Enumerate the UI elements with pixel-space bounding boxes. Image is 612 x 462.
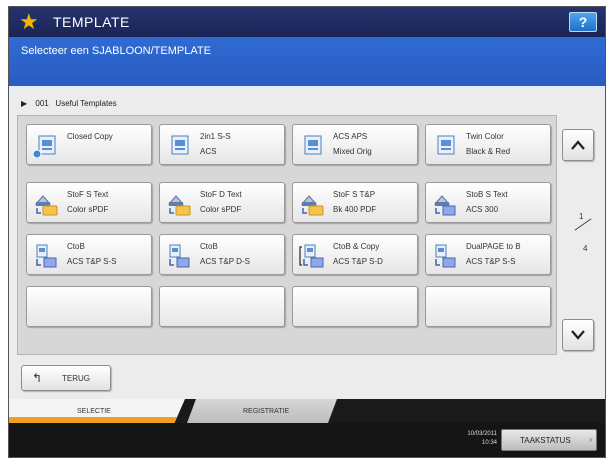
template-line1: Twin Color	[466, 132, 504, 141]
empty-template-button[interactable]	[159, 286, 285, 327]
template-line1: DualPAGE to B	[466, 242, 521, 251]
template-button[interactable]: StoF S Text Color sPDF	[26, 182, 152, 223]
template-button[interactable]: CtoB ACS T&P D-S	[159, 234, 285, 275]
template-screen: ★ TEMPLATE ? Selecteer een SJABLOON/TEMP…	[8, 6, 606, 458]
tab-selectie[interactable]: SELECTIE	[9, 399, 185, 423]
template-line2: Color sPDF	[200, 205, 242, 214]
template-line2: Color sPDF	[67, 205, 109, 214]
template-line2: ACS	[200, 147, 217, 156]
instruction-text: Selecteer een SJABLOON/TEMPLATE	[21, 45, 211, 57]
chevron-up-icon	[571, 140, 585, 150]
copy-doc-icon	[33, 135, 56, 158]
template-line1: CtoB & Copy	[333, 242, 380, 251]
play-arrow-icon: ▶	[21, 99, 28, 108]
template-line2: Bk 400 PDF	[333, 205, 377, 214]
template-line1: StoF D Text	[200, 190, 242, 199]
copy-to-box-icon	[435, 244, 456, 268]
template-line1: ACS APS	[333, 132, 368, 141]
copy-to-box-icon	[299, 244, 324, 268]
template-button[interactable]: StoF S T&P Bk 400 PDF	[292, 182, 418, 223]
active-tab-indicator	[9, 417, 185, 420]
template-line2: ACS T&P S-S	[67, 257, 117, 266]
job-status-label: TAAKSTATUS	[520, 436, 571, 445]
template-button[interactable]: ACS APS Mixed Orig	[292, 124, 418, 165]
template-line1: StoF S T&P	[333, 190, 376, 199]
scroll-down-button[interactable]	[562, 319, 594, 351]
page-indicator: 1 4	[569, 212, 599, 262]
copy-doc-icon	[437, 135, 455, 155]
template-line2: Black & Red	[466, 147, 511, 156]
back-label: TERUG	[62, 374, 90, 383]
time-text: 10:34	[481, 440, 497, 446]
tab-label: REGISTRATIE	[243, 408, 290, 415]
template-line1: Closed Copy	[67, 132, 113, 141]
scan-to-folder-icon	[167, 195, 191, 216]
template-button[interactable]: StoB S Text ACS 300	[425, 182, 551, 223]
empty-template-button[interactable]	[26, 286, 152, 327]
empty-template-button[interactable]	[425, 286, 551, 327]
template-button[interactable]: Closed Copy	[26, 124, 152, 165]
tab-label: SELECTIE	[77, 408, 111, 415]
template-button[interactable]: DualPAGE to B ACS T&P S-S	[425, 234, 551, 275]
group-name: Useful Templates	[55, 99, 117, 108]
copy-to-box-icon	[36, 244, 57, 268]
template-line1: CtoB	[200, 242, 218, 251]
scan-to-box-icon	[433, 195, 456, 216]
empty-template-button[interactable]	[292, 286, 418, 327]
template-line2: ACS T&P S-S	[466, 257, 516, 266]
copy-to-box-icon	[169, 244, 190, 268]
scroll-up-button[interactable]	[562, 129, 594, 161]
page-title: TEMPLATE	[53, 14, 130, 30]
template-line1: CtoB	[67, 242, 85, 251]
help-button[interactable]: ?	[569, 12, 597, 32]
current-page: 1	[579, 212, 584, 221]
template-line2: ACS T&P S-D	[333, 257, 383, 266]
template-button[interactable]: CtoB ACS T&P S-S	[26, 234, 152, 275]
copy-doc-icon	[171, 135, 189, 155]
back-button[interactable]: ↰ TERUG	[21, 365, 111, 391]
template-group-label: ▶ 001 Useful Templates	[21, 99, 117, 108]
chevron-down-icon	[571, 330, 585, 340]
template-button[interactable]: Twin Color Black & Red	[425, 124, 551, 165]
scan-to-folder-icon	[300, 195, 324, 216]
star-icon: ★	[19, 9, 39, 34]
template-line2: ACS 300	[466, 205, 499, 214]
date-text: 10/03/2011	[467, 431, 497, 437]
template-button[interactable]: CtoB & Copy ACS T&P S-D	[292, 234, 418, 275]
group-number: 001	[35, 99, 49, 108]
template-line2: ACS T&P D-S	[200, 257, 250, 266]
template-panel: Closed Copy 2in1 S-S ACS ACS APS Mixed O…	[17, 115, 557, 355]
instruction-bar: Selecteer een SJABLOON/TEMPLATE	[9, 37, 605, 89]
template-line1: StoF S Text	[67, 190, 109, 199]
template-button[interactable]: 2in1 S-S ACS	[159, 124, 285, 165]
template-line1: StoB S Text	[466, 190, 508, 199]
title-bar: ★ TEMPLATE ?	[9, 7, 605, 37]
tab-registratie[interactable]: REGISTRATIE	[187, 399, 337, 423]
total-pages: 4	[583, 244, 588, 253]
job-status-button[interactable]: TAAKSTATUS ›	[501, 429, 597, 451]
date-time: 10/03/2011 10:34	[457, 430, 497, 448]
template-line2: Mixed Orig	[333, 147, 372, 156]
chevron-right-icon: ›	[589, 435, 592, 444]
template-button[interactable]: StoF D Text Color sPDF	[159, 182, 285, 223]
copy-doc-icon	[304, 135, 322, 155]
back-arrow-icon: ↰	[32, 371, 43, 385]
scan-to-folder-icon	[34, 195, 58, 216]
template-line1: 2in1 S-S	[200, 132, 231, 141]
